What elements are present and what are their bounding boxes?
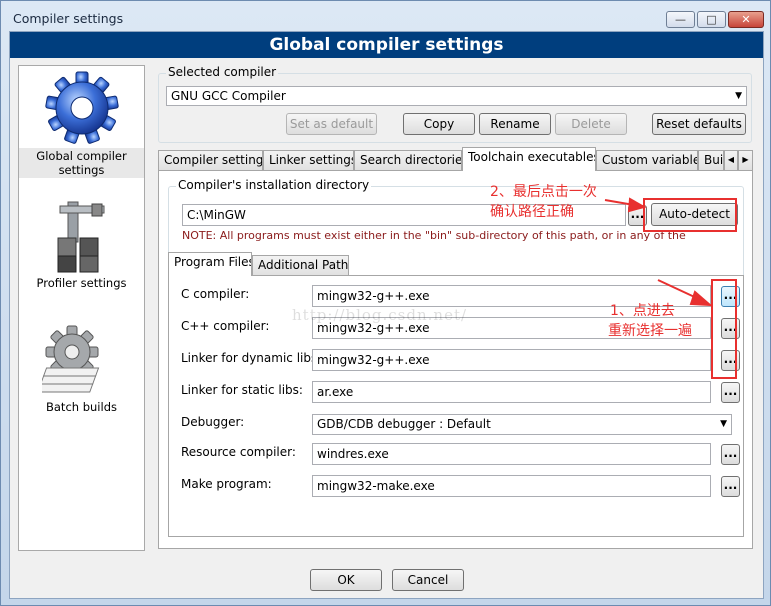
annotation-arrows: [604, 197, 713, 307]
arrow-head-c-compiler-browse: [689, 290, 713, 307]
minimize-button[interactable]: —: [666, 11, 695, 28]
maximize-icon: □: [706, 13, 717, 26]
subtab-program-files[interactable]: Program Files: [168, 252, 252, 276]
minimize-icon: —: [675, 13, 686, 26]
title-bar[interactable]: Compiler settings — □ ✕: [1, 1, 770, 31]
close-button[interactable]: ✕: [728, 11, 764, 28]
tab-toolchain-executables[interactable]: Toolchain executables: [462, 147, 596, 171]
close-icon: ✕: [741, 13, 751, 26]
maximize-button[interactable]: □: [697, 11, 726, 28]
compiler-settings-window: Compiler settings — □ ✕ Global compiler …: [0, 0, 771, 606]
window-title: Compiler settings: [13, 11, 124, 26]
dialog-client: Global compiler settings Global compiler…: [9, 31, 764, 599]
arrow-head-auto-detect: [627, 197, 647, 213]
